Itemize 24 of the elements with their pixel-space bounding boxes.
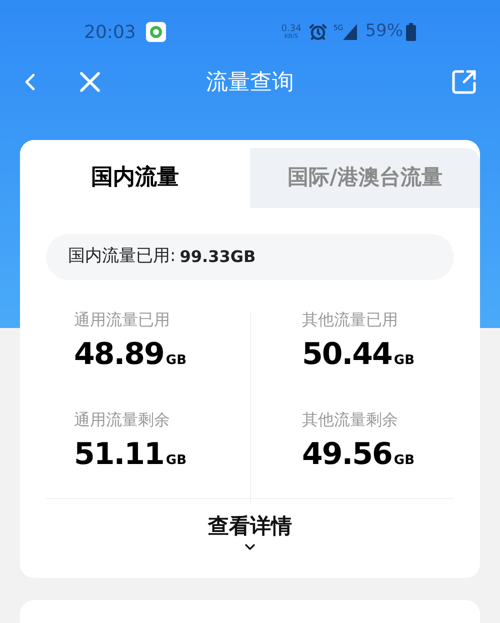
share-icon	[450, 68, 478, 96]
stat-label: 通用流量已用	[74, 309, 171, 331]
status-time: 20:03	[84, 20, 136, 44]
summary-label: 国内流量已用:	[68, 245, 176, 268]
stat-label: 其他流量剩余	[302, 409, 399, 431]
stat-unit: GB	[166, 452, 186, 470]
battery-icon	[406, 23, 416, 41]
stat-value: 48.89	[74, 340, 164, 370]
stat-value: 49.56	[302, 440, 392, 470]
alarm-icon	[309, 23, 328, 41]
network-speed: 0.34	[281, 24, 302, 34]
signal-icon	[343, 24, 358, 40]
stat-unit: GB	[394, 352, 414, 370]
page-title: 流量查询	[206, 68, 294, 96]
details-button[interactable]: 查看详情	[208, 513, 292, 556]
summary-value: 99.33GB	[180, 246, 256, 268]
app-icon	[146, 22, 166, 42]
stat-value: 50.44	[302, 340, 392, 370]
stat-unit: GB	[166, 352, 186, 370]
stat-label: 其他流量已用	[302, 309, 399, 331]
stat-value: 51.11	[74, 440, 164, 470]
stat-unit: GB	[394, 452, 414, 470]
battery-percent: 59%	[365, 20, 403, 44]
stat-label: 通用流量剩余	[74, 409, 171, 431]
